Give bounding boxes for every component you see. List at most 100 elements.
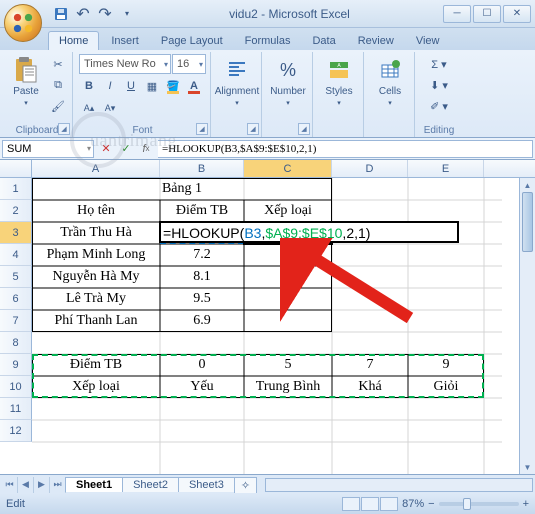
row-header[interactable]: 9 xyxy=(0,354,32,376)
fill-color-button[interactable]: 🪣 xyxy=(163,76,183,96)
save-icon[interactable] xyxy=(52,5,70,23)
row-header[interactable]: 8 xyxy=(0,332,32,354)
cell[interactable]: 8.1 xyxy=(160,266,244,288)
enter-icon[interactable]: ✓ xyxy=(116,140,136,158)
border-button[interactable]: ▦ xyxy=(142,76,162,96)
fill-button[interactable]: ⬇ ▾ xyxy=(421,75,457,95)
cut-icon[interactable]: ✂ xyxy=(48,54,68,74)
sheet-nav-last[interactable]: ⏭ xyxy=(50,477,66,493)
font-color-button[interactable]: A xyxy=(184,76,204,96)
scroll-thumb[interactable] xyxy=(522,192,533,252)
zoom-in-button[interactable]: + xyxy=(523,498,529,510)
cell[interactable]: 9 xyxy=(408,354,484,376)
scroll-up-icon[interactable]: ▲ xyxy=(520,178,535,192)
row-header[interactable]: 10 xyxy=(0,376,32,398)
minimize-button[interactable]: ─ xyxy=(443,5,471,23)
undo-icon[interactable]: ↶ xyxy=(74,5,92,23)
underline-button[interactable]: U xyxy=(121,76,141,96)
view-pagebreak-button[interactable] xyxy=(380,497,398,511)
font-family-combo[interactable]: Times New Ro xyxy=(79,54,171,74)
tab-data[interactable]: Data xyxy=(302,32,345,50)
clear-button[interactable]: ✐ ▾ xyxy=(421,96,457,116)
cell[interactable]: Trần Thu Hà xyxy=(32,222,160,244)
col-header-d[interactable]: D xyxy=(332,160,408,177)
font-size-combo[interactable]: 16 xyxy=(172,54,206,74)
office-button[interactable] xyxy=(4,4,42,42)
cell[interactable]: Họ tên xyxy=(32,200,160,222)
redo-icon[interactable]: ↷ xyxy=(96,5,114,23)
shrink-font-icon[interactable]: A▾ xyxy=(100,98,120,118)
grow-font-icon[interactable]: A▴ xyxy=(79,98,99,118)
cell[interactable]: 5 xyxy=(244,354,332,376)
sheet-tab-new[interactable]: ✧ xyxy=(234,477,257,493)
cell[interactable]: 0 xyxy=(160,354,244,376)
sheet-nav-next[interactable]: ▶ xyxy=(34,477,50,493)
view-normal-button[interactable] xyxy=(342,497,360,511)
close-button[interactable]: ✕ xyxy=(503,5,531,23)
cell[interactable]: Xếp loại xyxy=(32,376,160,398)
col-header-a[interactable]: A xyxy=(32,160,160,177)
number-launcher[interactable]: ◢ xyxy=(298,123,310,135)
alignment-button[interactable]: Alignment▾ xyxy=(217,54,257,109)
col-header-c[interactable]: C xyxy=(244,160,332,177)
cell[interactable]: 6.9 xyxy=(160,310,244,332)
styles-button[interactable]: AStyles▾ xyxy=(319,54,359,109)
cell[interactable]: Yếu xyxy=(160,376,244,398)
row-header[interactable]: 6 xyxy=(0,288,32,310)
sheet-tab-2[interactable]: Sheet2 xyxy=(122,477,179,492)
row-header[interactable]: 4 xyxy=(0,244,32,266)
view-layout-button[interactable] xyxy=(361,497,379,511)
spreadsheet-grid[interactable]: A B C D E 1 Bảng 1 1 2 3 4 5 6 7 xyxy=(0,160,535,474)
copy-icon[interactable]: ⧉ xyxy=(48,75,68,95)
cell[interactable]: 9.5 xyxy=(160,288,244,310)
paste-button[interactable]: Paste ▾ xyxy=(6,54,46,109)
row-header[interactable]: 12 xyxy=(0,420,32,442)
format-painter-icon[interactable]: 🖌 xyxy=(48,96,68,116)
tab-formulas[interactable]: Formulas xyxy=(235,32,301,50)
row-header[interactable]: 1 xyxy=(0,178,32,200)
sheet-tab-3[interactable]: Sheet3 xyxy=(178,477,235,492)
cell[interactable]: Phí Thanh Lan xyxy=(32,310,160,332)
cell[interactable]: Xếp loại xyxy=(244,200,332,222)
cell[interactable]: Điểm TB xyxy=(160,200,244,222)
bold-button[interactable]: B xyxy=(79,76,99,96)
maximize-button[interactable]: ☐ xyxy=(473,5,501,23)
select-all-corner[interactable] xyxy=(0,160,32,177)
row-header[interactable]: 5 xyxy=(0,266,32,288)
tab-view[interactable]: View xyxy=(406,32,450,50)
clipboard-launcher[interactable]: ◢ xyxy=(58,123,70,135)
alignment-launcher[interactable]: ◢ xyxy=(247,123,259,135)
tab-page-layout[interactable]: Page Layout xyxy=(151,32,233,50)
col-header-b[interactable]: B xyxy=(160,160,244,177)
horizontal-scrollbar[interactable] xyxy=(265,478,533,492)
cell[interactable]: 7 xyxy=(332,354,408,376)
sheet-nav-first[interactable]: ⏮ xyxy=(2,477,18,493)
name-box[interactable]: SUM xyxy=(2,140,94,158)
cell[interactable]: Khá xyxy=(332,376,408,398)
zoom-slider[interactable] xyxy=(439,502,519,506)
font-launcher[interactable]: ◢ xyxy=(196,123,208,135)
row-header[interactable]: 3 xyxy=(0,222,32,244)
vertical-scrollbar[interactable]: ▲ ▼ xyxy=(519,178,535,474)
formula-input[interactable]: =HLOOKUP(B3,$A$9:$E$10,2,1) xyxy=(158,140,533,158)
cell[interactable]: Điểm TB xyxy=(32,354,160,376)
row-header[interactable]: 2 xyxy=(0,200,32,222)
number-button[interactable]: %Number▾ xyxy=(268,54,308,109)
cell[interactable]: Nguyễn Hà My xyxy=(32,266,160,288)
sheet-nav-prev[interactable]: ◀ xyxy=(18,477,34,493)
tab-home[interactable]: Home xyxy=(48,31,99,50)
autosum-button[interactable]: Σ ▾ xyxy=(421,54,457,74)
row-header[interactable]: 7 xyxy=(0,310,32,332)
col-header-e[interactable]: E xyxy=(408,160,484,177)
fx-icon[interactable]: fx xyxy=(136,140,156,158)
scroll-down-icon[interactable]: ▼ xyxy=(520,460,535,474)
qat-dropdown-icon[interactable]: ▾ xyxy=(118,5,136,23)
cell[interactable]: Giỏi xyxy=(408,376,484,398)
tab-insert[interactable]: Insert xyxy=(101,32,149,50)
cell[interactable]: Trung Bình xyxy=(244,376,332,398)
cell[interactable]: Phạm Minh Long xyxy=(32,244,160,266)
cell[interactable]: Lê Trà My xyxy=(32,288,160,310)
italic-button[interactable]: I xyxy=(100,76,120,96)
cell[interactable]: 7.2 xyxy=(160,244,244,266)
cell[interactable]: Bảng 1 xyxy=(32,178,332,200)
